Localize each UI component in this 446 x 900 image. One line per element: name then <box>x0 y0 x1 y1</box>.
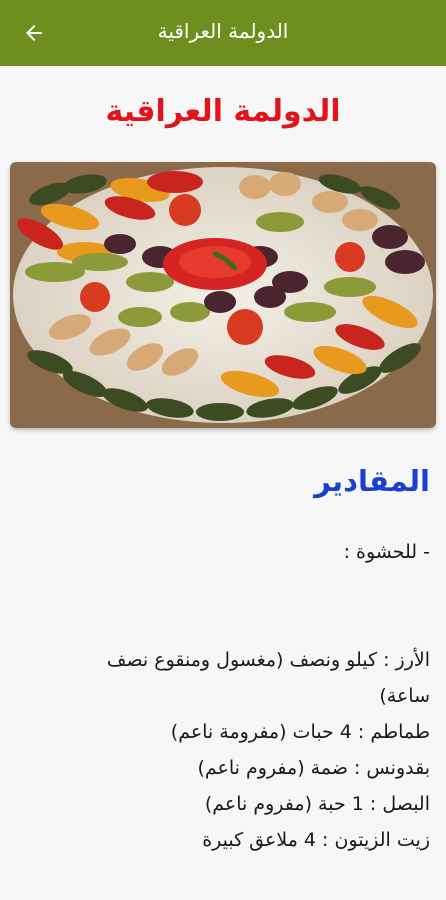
ingredient-line: زيت الزيتون : 4 ملاعق كبيرة <box>202 829 430 851</box>
ingredient-line: الأرز : كيلو ونصف (مغسول ومنقوع نصف <box>106 649 430 671</box>
ingredient-line: - للحشوة : <box>343 541 430 563</box>
ingredient-line: ساعة) <box>379 685 430 707</box>
appbar-title: الدولمة العراقية <box>157 19 289 43</box>
app-bar: الدولمة العراقية <box>0 0 446 66</box>
ingredient-line: البصل : 1 حبة (مفروم ناعم) <box>204 793 430 815</box>
article-content[interactable]: الدولمة العراقية المقادير - للحشوة: الأ… <box>0 66 446 900</box>
article-title: الدولمة العراقية <box>105 94 341 129</box>
ingredients-text: - للحشوة : الأرز : كيلو ونصف (مغسول ومنق… <box>16 534 430 858</box>
ingredients-heading: المقادير <box>314 464 430 498</box>
ingredient-line: طماطم : 4 حبات (مفرومة ناعم) <box>170 721 430 743</box>
dolma-platter-image <box>10 162 436 428</box>
ingredient-line: بقدونس : ضمة (مفروم ناعم) <box>197 757 430 779</box>
